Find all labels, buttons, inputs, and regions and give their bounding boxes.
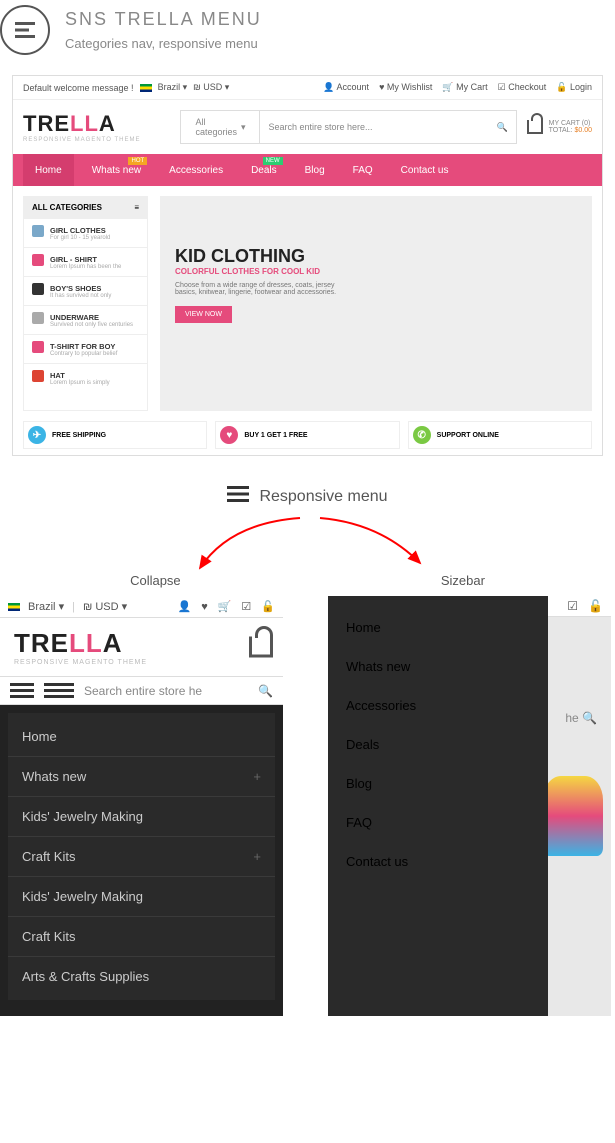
logo[interactable]: TRELLA — [23, 111, 140, 137]
flag-icon — [140, 84, 152, 92]
expand-icon[interactable]: + — [253, 769, 261, 784]
welcome-text: Default welcome message ! — [23, 83, 134, 93]
lock-icon[interactable]: 🔓 — [261, 600, 275, 613]
currency-select[interactable]: ₪ USD ▾ — [83, 600, 127, 613]
category-item[interactable]: GIRL CLOTHESFor girl 10 - 15 yearold — [24, 218, 147, 247]
arrows-diagram — [0, 513, 615, 573]
menu-item[interactable]: Whats new — [328, 647, 548, 686]
check-icon[interactable]: ☑ — [567, 599, 578, 613]
page-title: SNS TRELLA MENU — [65, 9, 262, 30]
wishlist-link[interactable]: ♥ My Wishlist — [379, 82, 432, 93]
menu-item[interactable]: FAQ — [328, 803, 548, 842]
nav-item[interactable]: DealsNEW — [241, 165, 287, 176]
sidebar-toggle-icon[interactable]: ≡ — [134, 203, 139, 212]
hamburger-icon — [227, 486, 249, 507]
logo[interactable]: TRELLA — [14, 628, 147, 659]
main-nav: Home Whats newHOT Accessories DealsNEW Blog F… — [13, 154, 602, 186]
hero-title: KID CLOTHING — [175, 246, 577, 267]
search-fragment: he 🔍 — [565, 711, 597, 725]
menu-item[interactable]: Arts & Crafts Supplies — [8, 957, 275, 996]
category-item[interactable]: HATLorem Ipsum is simply — [24, 363, 147, 392]
lock-icon[interactable]: 🔓 — [588, 599, 603, 613]
nav-toggle-icon[interactable] — [10, 683, 34, 698]
page-subtitle: Categories nav, responsive menu — [65, 36, 262, 51]
mini-cart[interactable]: MY CART (0) TOTAL: $0.00 — [549, 120, 592, 134]
logo-tagline: RESPONSIVE MAGENTO THEME — [14, 659, 147, 666]
desktop-preview: Default welcome message ! Brazil ▾ ₪ USD… — [12, 75, 603, 456]
menu-item[interactable]: Home — [328, 608, 548, 647]
nav-item[interactable]: Contact us — [391, 165, 459, 176]
menu-circle-icon — [0, 5, 50, 55]
categories-sidebar: ALL CATEGORIES ≡ GIRL CLOTHESFor girl 10… — [23, 196, 148, 411]
view-now-button[interactable]: VIEW NOW — [175, 306, 232, 323]
hero-description: Choose from a wide range of dresses, coa… — [175, 282, 345, 296]
hand-image — [543, 776, 603, 856]
menu-item[interactable]: Deals — [328, 725, 548, 764]
sizebar-label: Sizebar — [441, 573, 485, 588]
cart-icon[interactable] — [527, 120, 543, 134]
nav-item[interactable]: Home — [23, 154, 74, 186]
nav-item[interactable]: FAQ — [343, 165, 383, 176]
login-link[interactable]: 🔓 Login — [556, 82, 592, 93]
mobile-sidebar-preview: ☑ 🔓 he 🔍 HomeWhats newAccessoriesDealsBl… — [328, 596, 611, 1016]
mobile-collapse-preview: Brazil ▾ | ₪ USD ▾ 👤 ♥ 🛒 ☑ 🔓 TRELLA RESP… — [0, 596, 283, 1016]
bag-icon[interactable] — [249, 637, 273, 658]
country-select[interactable]: Brazil ▾ — [28, 600, 64, 613]
hero-subtitle: COLORFUL CLOTHES FOR COOL KID — [175, 267, 577, 276]
user-icon[interactable]: 👤 — [177, 600, 191, 613]
menu-item[interactable]: Accessories — [328, 686, 548, 725]
menu-item[interactable]: Blog — [328, 764, 548, 803]
menu-item[interactable]: Contact us — [328, 842, 548, 881]
expand-icon[interactable]: + — [253, 849, 261, 864]
categories-toggle-icon[interactable] — [44, 683, 74, 698]
cart-icon[interactable]: 🛒 — [218, 600, 232, 613]
menu-item[interactable]: Whats new+ — [8, 757, 275, 797]
wishlist-icon[interactable]: ♥ — [201, 601, 208, 613]
currency-select[interactable]: ₪ USD ▾ — [193, 82, 229, 93]
nav-item[interactable]: Accessories — [159, 165, 233, 176]
cart-link[interactable]: 🛒 My Cart — [442, 82, 487, 93]
menu-item[interactable]: Craft Kits+ — [8, 837, 275, 877]
flag-icon — [8, 603, 20, 611]
hero-banner: KID CLOTHING COLORFUL CLOTHES FOR COOL K… — [160, 196, 592, 411]
category-item[interactable]: GIRL - SHIRTLorem Ipsum has been the — [24, 247, 147, 276]
check-icon[interactable]: ☑ — [241, 600, 251, 613]
responsive-label: Responsive menu — [259, 488, 387, 506]
category-item[interactable]: BOY'S SHOESIt has survived not only — [24, 276, 147, 305]
feature-item: ✈FREE SHIPPING — [23, 421, 207, 449]
nav-item[interactable]: Blog — [295, 165, 335, 176]
account-link[interactable]: 👤 Account — [323, 82, 369, 93]
category-item[interactable]: UNDERWARESurvived not only five centurie… — [24, 305, 147, 334]
search-input[interactable]: Search entire store here... 🔍 — [260, 110, 516, 144]
menu-item[interactable]: Home — [8, 717, 275, 757]
search-input[interactable]: Search entire store he 🔍 — [84, 684, 273, 698]
sidebar-heading: ALL CATEGORIES ≡ — [24, 197, 147, 218]
logo-tagline: RESPONSIVE MAGENTO THEME — [23, 137, 140, 143]
menu-item[interactable]: Kids' Jewelry Making — [8, 797, 275, 837]
feature-item: ♥BUY 1 GET 1 FREE — [215, 421, 399, 449]
category-select[interactable]: All categories▾ — [180, 110, 260, 144]
category-item[interactable]: T-SHIRT FOR BOYContrary to popular belie… — [24, 334, 147, 363]
feature-item: ✆SUPPORT ONLINE — [408, 421, 592, 449]
country-select[interactable]: Brazil ▾ — [158, 82, 188, 93]
search-icon[interactable]: 🔍 — [258, 684, 273, 698]
menu-item[interactable]: Craft Kits — [8, 917, 275, 957]
collapse-label: Collapse — [130, 573, 181, 588]
search-icon[interactable]: 🔍 — [496, 122, 507, 133]
checkout-link[interactable]: ☑ Checkout — [498, 82, 547, 93]
nav-item[interactable]: Whats newHOT — [82, 165, 151, 176]
menu-item[interactable]: Kids' Jewelry Making — [8, 877, 275, 917]
